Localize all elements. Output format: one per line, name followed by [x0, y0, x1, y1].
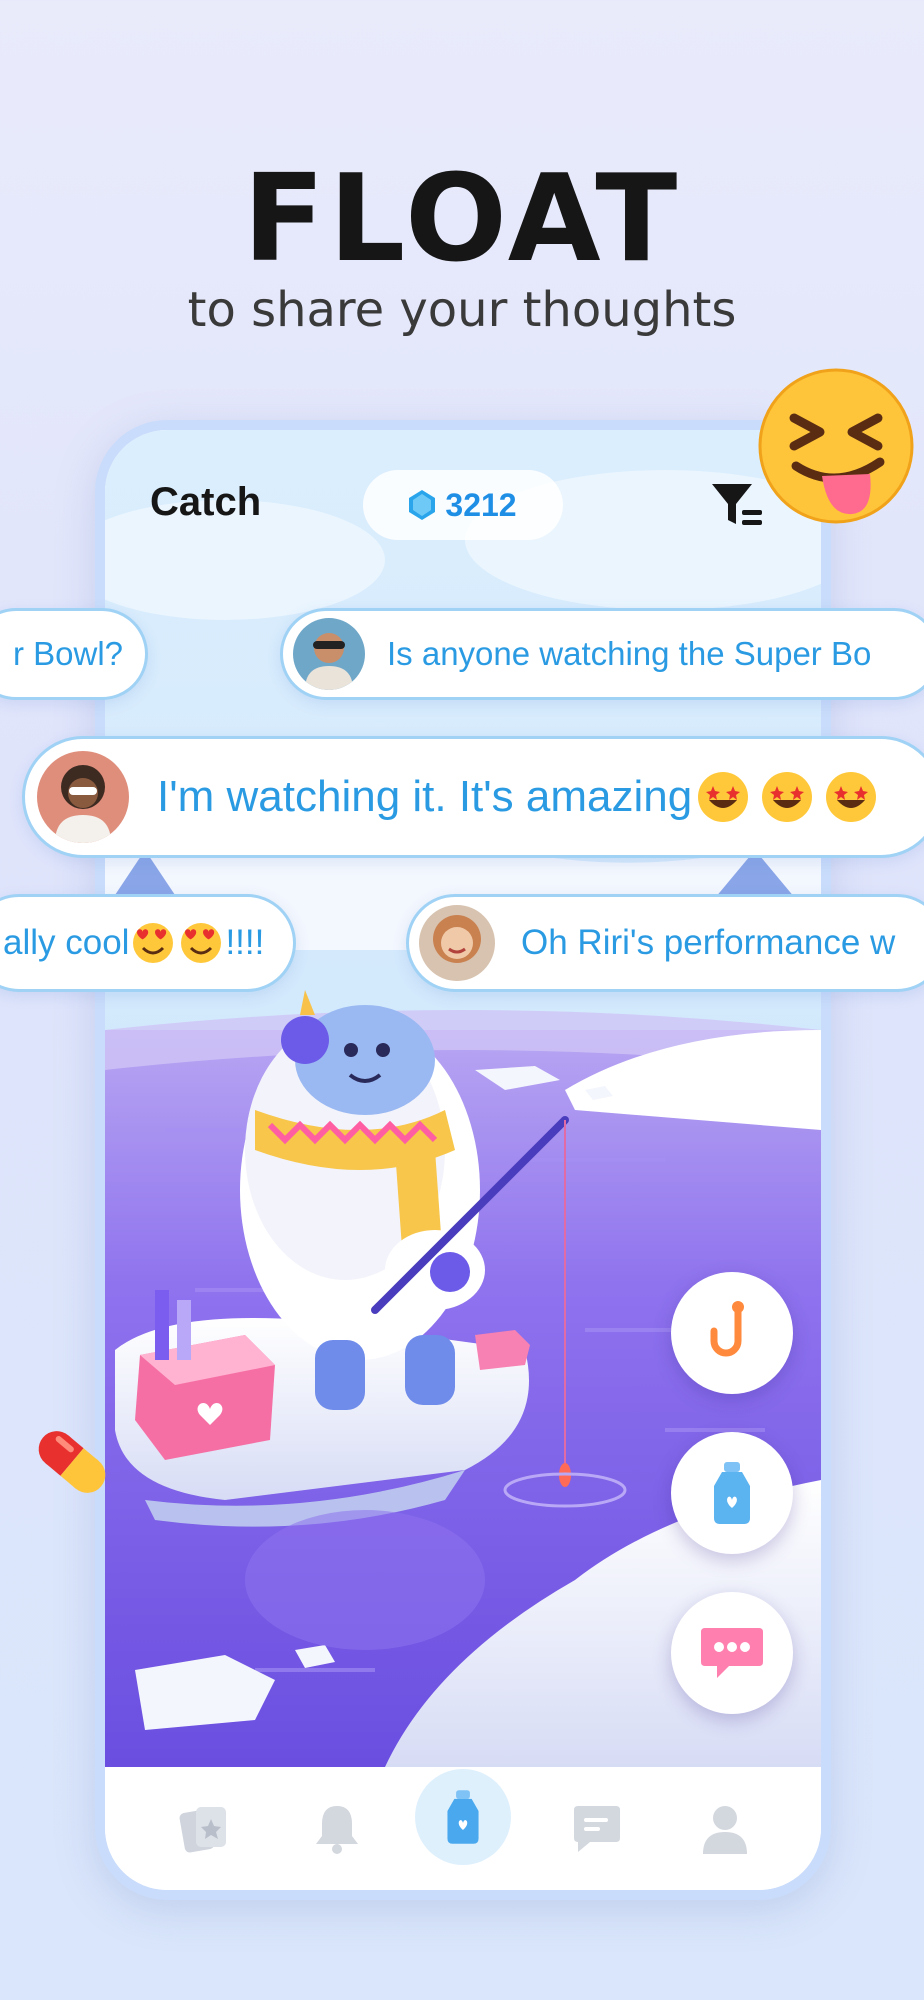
coin-count: 3212 — [445, 486, 517, 523]
bubble-text: ally cool — [3, 923, 130, 962]
pill-capsule-emoji — [38, 1431, 106, 1493]
coin-balance[interactable]: 3212 — [363, 470, 563, 540]
tab-bottle[interactable] — [415, 1769, 511, 1865]
tab-messages[interactable] — [557, 1789, 637, 1869]
chat-bubble[interactable]: ally cool !!!! — [0, 894, 296, 992]
grinning-star-eyes-emoji — [696, 770, 878, 824]
bottom-tab-bar — [105, 1767, 821, 1890]
hook-icon — [710, 1301, 744, 1357]
bubble-trail-text: !!!! — [225, 923, 265, 962]
chat-icon — [701, 1628, 763, 1678]
gem-icon — [409, 490, 436, 520]
throw-bottle-button[interactable] — [671, 1432, 793, 1554]
top-bar: Catch 3212 — [105, 430, 821, 550]
screen-title: Catch — [150, 480, 262, 524]
chat-bubble[interactable]: Oh Riri's performance w — [406, 894, 924, 992]
bell-icon — [316, 1806, 358, 1854]
bubble-text: Oh Riri's performance w — [521, 923, 896, 962]
message-icon — [574, 1806, 620, 1852]
bottle-icon — [447, 1790, 479, 1844]
heart-eyes-emoji — [131, 921, 223, 965]
cards-icon — [179, 1807, 226, 1853]
bubble-text: r Bowl? — [13, 635, 124, 672]
chat-bubble[interactable]: Is anyone watching the Super Bo — [280, 608, 924, 700]
bottle-icon — [714, 1462, 750, 1524]
tab-notifications[interactable] — [297, 1789, 377, 1869]
bubble-text: Is anyone watching the Super Bo — [387, 635, 872, 672]
headline: FLOAT — [242, 150, 682, 289]
profile-icon — [703, 1806, 747, 1854]
cast-hook-button[interactable] — [671, 1272, 793, 1394]
chat-bubble[interactable]: r Bowl? — [0, 608, 148, 700]
chat-bubble[interactable]: I'm watching it. It's amazing — [22, 736, 924, 858]
tab-cards[interactable] — [165, 1789, 245, 1869]
avatar — [37, 751, 129, 843]
avatar — [419, 905, 495, 981]
bubble-text: I'm watching it. It's amazing — [157, 772, 693, 821]
avatar — [293, 618, 365, 690]
tongue-out-emoji — [758, 368, 914, 524]
subheadline: to share your thoughts — [187, 282, 737, 338]
tab-profile[interactable] — [685, 1789, 765, 1869]
chat-action-button[interactable] — [671, 1592, 793, 1714]
